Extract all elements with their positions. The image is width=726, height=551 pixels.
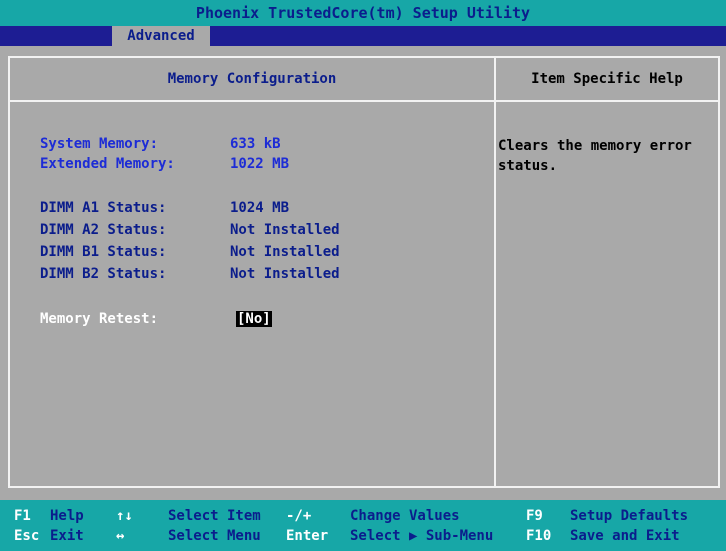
f9-key: F9	[526, 508, 543, 524]
memory-info-group: System Memory: 633 kB Extended Memory: 1…	[40, 134, 480, 334]
memory-retest-label: Memory Retest:	[40, 311, 159, 327]
dimm-b1-row: DIMM B1 Status: Not Installed	[40, 242, 480, 262]
system-memory-label: System Memory:	[40, 136, 159, 152]
select-submenu-action: Select ▶ Sub-Menu	[350, 528, 494, 544]
dimm-b1-value: Not Installed	[230, 244, 340, 260]
f1-key: F1	[14, 508, 31, 524]
help-title: Item Specific Help	[531, 71, 683, 87]
f10-key: F10	[526, 528, 552, 544]
system-memory-value: 633 kB	[230, 136, 281, 152]
dimm-a2-row: DIMM A2 Status: Not Installed	[40, 220, 480, 240]
extended-memory-value: 1022 MB	[230, 156, 290, 172]
setup-defaults-action: Setup Defaults	[570, 508, 689, 524]
extended-memory-row: Extended Memory: 1022 MB	[40, 154, 480, 174]
arrow-updown-key: ↑↓	[116, 508, 133, 524]
dimm-b1-label: DIMM B1 Status:	[40, 244, 167, 260]
exit-action: Exit	[50, 528, 84, 544]
change-values-action: Change Values	[350, 508, 460, 524]
dimm-b2-row: DIMM B2 Status: Not Installed	[40, 264, 480, 284]
dimm-a1-label: DIMM A1 Status:	[40, 200, 167, 216]
memory-retest-value[interactable]: [No]	[236, 311, 272, 327]
tab-advanced[interactable]: Advanced	[112, 26, 210, 46]
select-menu-action: Select Menu	[168, 528, 261, 544]
header-divider	[10, 100, 718, 102]
dimm-a2-label: DIMM A2 Status:	[40, 222, 167, 238]
system-memory-row: System Memory: 633 kB	[40, 134, 480, 154]
dimm-a1-value: 1024 MB	[230, 200, 290, 216]
app-title: Phoenix TrustedCore(tm) Setup Utility	[0, 0, 726, 26]
panel-title: Memory Configuration	[167, 71, 337, 87]
dimm-a1-row: DIMM A1 Status: 1024 MB	[40, 198, 480, 218]
extended-memory-label: Extended Memory:	[40, 156, 175, 172]
save-and-exit-action: Save and Exit	[570, 528, 680, 544]
help-text: Clears the memory error status.	[498, 138, 692, 174]
select-item-action: Select Item	[168, 508, 261, 524]
enter-key: Enter	[286, 528, 329, 544]
dimm-b2-label: DIMM B2 Status:	[40, 266, 167, 282]
column-divider	[494, 58, 496, 486]
dimm-a2-value: Not Installed	[230, 222, 340, 238]
memory-retest-select[interactable]: [No]	[236, 309, 272, 329]
dimm-b2-value: Not Installed	[230, 266, 340, 282]
footer-keybar: F1 Help ↑↓ Select Item -/+ Change Values…	[0, 500, 726, 551]
help-action: Help	[50, 508, 84, 524]
arrow-leftright-key: ↔	[116, 528, 125, 544]
esc-key: Esc	[14, 528, 40, 544]
minus-plus-key: -/+	[286, 508, 312, 524]
menu-tab-bar: Advanced	[0, 26, 726, 46]
memory-retest-row[interactable]: Memory Retest: [No]	[40, 309, 340, 329]
